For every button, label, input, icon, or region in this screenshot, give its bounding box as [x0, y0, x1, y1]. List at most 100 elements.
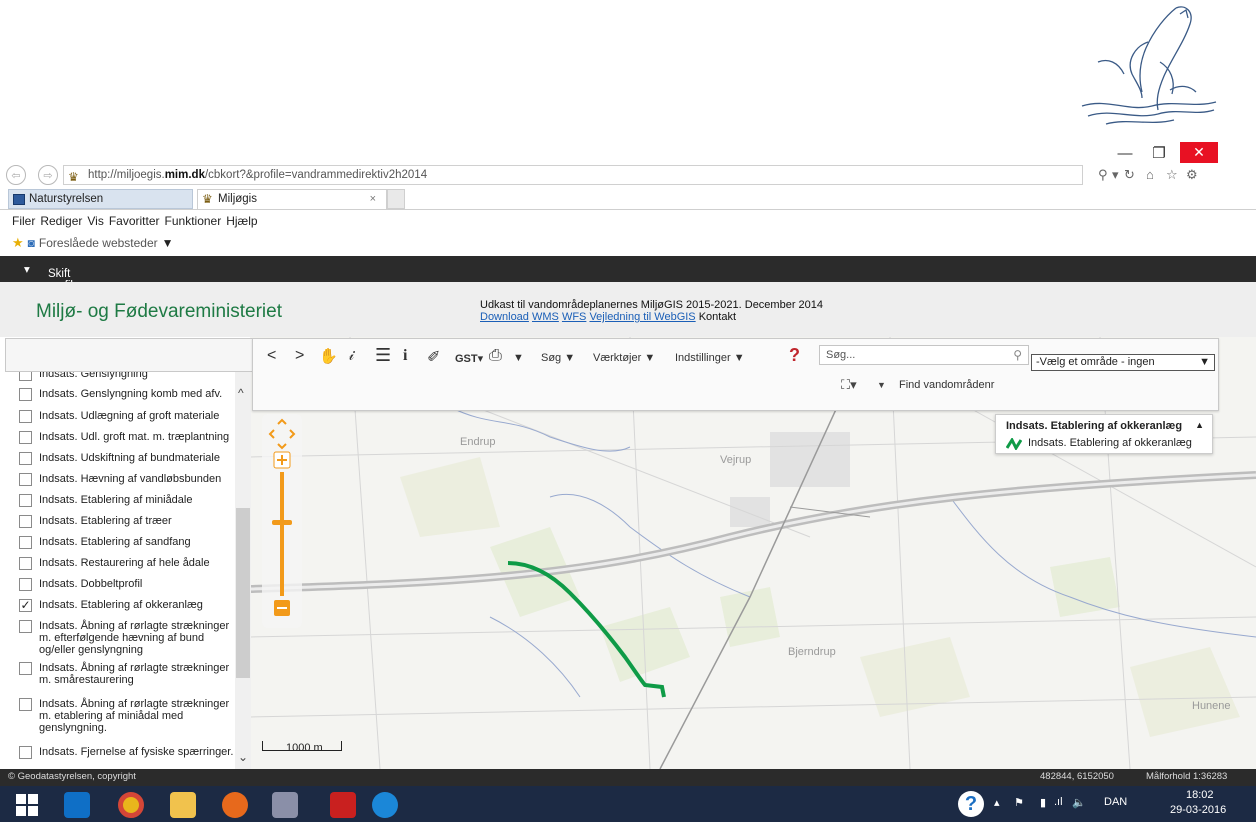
header-subtitle: Udkast til vandområdeplanernes MiljøGIS …: [480, 299, 824, 311]
next-extent-icon[interactable]: >: [295, 347, 304, 365]
tab-naturstyrelsen[interactable]: Naturstyrelsen: [8, 189, 193, 209]
clock-date[interactable]: 29-03-2016: [1170, 804, 1226, 816]
pan-hand-icon[interactable]: ✋: [319, 347, 338, 365]
chevron-down-icon[interactable]: ▼: [1199, 355, 1210, 370]
flag-icon[interactable]: ⚑: [1014, 796, 1024, 809]
favorites-star-icon[interactable]: ☆: [1166, 167, 1178, 183]
battery-icon[interactable]: ▮: [1040, 796, 1046, 809]
checkbox[interactable]: [19, 452, 32, 465]
checkbox[interactable]: [19, 388, 32, 401]
checkbox[interactable]: [19, 698, 32, 711]
gst-button[interactable]: GST▾: [455, 352, 483, 365]
address-row: ⇦ ⇨ ♛ http://miljoegis.mim.dk/cbkort?&pr…: [0, 163, 1256, 187]
back-button[interactable]: ⇦: [6, 165, 26, 185]
zoom-control-drawing: [268, 418, 296, 616]
contact-link[interactable]: Kontakt: [699, 311, 736, 323]
scroll-up-icon[interactable]: ^: [238, 386, 244, 400]
favorites-star-icon[interactable]: ★: [12, 235, 24, 251]
area-select[interactable]: -Vælg et område - ingen ▼: [1031, 354, 1215, 371]
refresh-icon[interactable]: ↻: [1124, 167, 1135, 183]
layers-menu-icon[interactable]: ☰: [375, 345, 391, 366]
wfs-link[interactable]: WFS: [562, 311, 586, 323]
legend-title: Indsats. Etablering af okkeranlæg: [1006, 420, 1183, 432]
help-question-icon[interactable]: ?: [789, 345, 800, 366]
file-explorer-icon[interactable]: [170, 792, 196, 818]
close-window-button[interactable]: ✕: [1180, 142, 1218, 163]
layer-panel-header: [5, 338, 253, 372]
outlook-icon[interactable]: [64, 792, 90, 818]
checkbox-checked[interactable]: ✓: [19, 599, 32, 612]
snipping-tool-icon[interactable]: [272, 792, 298, 818]
menu-item-hjaelp[interactable]: Hjælp: [226, 214, 257, 228]
checkbox[interactable]: [19, 662, 32, 675]
settings-menu-button[interactable]: Indstillinger ▼: [675, 352, 745, 364]
site-favicon-icon: ♛: [68, 170, 79, 184]
checkbox[interactable]: [19, 536, 32, 549]
dropdown-icon[interactable]: ▾: [1112, 167, 1119, 183]
search-icon[interactable]: ⚲: [1098, 167, 1108, 183]
menu-item-filer[interactable]: Filer: [12, 214, 35, 228]
menu-item-vis[interactable]: Vis: [87, 214, 103, 228]
map-region-icon[interactable]: ⛶▾: [841, 377, 857, 393]
wms-link[interactable]: WMS: [532, 311, 559, 323]
scrollbar-thumb[interactable]: [236, 508, 250, 678]
pan-left-icon: [268, 429, 275, 439]
switch-profile-button[interactable]: Skift profil ▾: [24, 262, 73, 292]
find-waterbody-button[interactable]: Find vandområdenr: [899, 379, 994, 391]
settings-gear-icon[interactable]: ⚙: [1186, 167, 1198, 183]
minimize-button[interactable]: —: [1110, 143, 1140, 163]
menu-item-funktioner[interactable]: Funktioner: [165, 214, 222, 228]
internet-explorer-icon[interactable]: [372, 792, 398, 818]
chrome-icon[interactable]: [118, 792, 144, 818]
tab-close-icon[interactable]: ×: [370, 190, 376, 209]
new-tab-button[interactable]: [387, 189, 405, 209]
search-icon[interactable]: ⚲: [1013, 346, 1022, 364]
home-icon[interactable]: ⌂: [1146, 167, 1154, 182]
collapse-legend-icon[interactable]: ▲: [1195, 420, 1204, 430]
layer-label: Indsats. Åbning af rørlagte strækninger …: [39, 698, 230, 734]
previous-extent-icon[interactable]: <: [267, 347, 276, 365]
checkbox[interactable]: [19, 494, 32, 507]
volume-icon[interactable]: 🔈: [1072, 796, 1086, 809]
guide-link[interactable]: Vejledning til WebGIS: [589, 311, 695, 323]
search-menu-button[interactable]: Søg ▼: [541, 352, 575, 364]
tray-chevron-up-icon[interactable]: ▴: [994, 796, 1000, 809]
tools-menu-button[interactable]: Værktøjer ▼: [593, 352, 655, 364]
clock-time[interactable]: 18:02: [1186, 789, 1214, 801]
suggested-sites-link[interactable]: Foreslåede websteder: [39, 236, 158, 250]
help-question-icon[interactable]: ?: [958, 791, 984, 817]
chevron-down-icon[interactable]: ▼: [162, 236, 174, 250]
checkbox[interactable]: [19, 515, 32, 528]
layer-label: Indsats. Etablering af okkeranlæg: [39, 599, 203, 611]
checkbox[interactable]: [19, 473, 32, 486]
download-link[interactable]: Download: [480, 311, 529, 323]
checkbox[interactable]: [19, 410, 32, 423]
forward-button[interactable]: ⇨: [38, 165, 58, 185]
profile-bar: Skift profil ▾: [0, 256, 1256, 292]
chevron-down-icon[interactable]: ▼: [513, 352, 524, 364]
chevron-down-icon[interactable]: ▼: [877, 380, 886, 390]
checkbox[interactable]: [19, 557, 32, 570]
identify-icon[interactable]: 𝒾: [349, 347, 354, 365]
checkbox[interactable]: [19, 746, 32, 759]
network-icon[interactable]: .ıl: [1054, 796, 1063, 808]
acrobat-icon[interactable]: [330, 792, 356, 818]
checkbox[interactable]: [19, 578, 32, 591]
search-input[interactable]: Søg... ⚲: [819, 345, 1029, 365]
address-input[interactable]: ♛ http://miljoegis.mim.dk/cbkort?&profil…: [63, 165, 1083, 185]
checkbox[interactable]: [19, 372, 32, 381]
language-indicator[interactable]: DAN: [1104, 796, 1127, 808]
restore-button[interactable]: ❐: [1144, 143, 1174, 163]
menu-item-favoritter[interactable]: Favoritter: [109, 214, 160, 228]
windows-start-icon[interactable]: [16, 794, 38, 816]
menu-item-rediger[interactable]: Rediger: [40, 214, 82, 228]
info-icon[interactable]: i: [403, 347, 407, 365]
eraser-icon[interactable]: ✐: [427, 347, 440, 367]
print-icon[interactable]: ⎙: [489, 347, 502, 365]
firefox-icon[interactable]: [222, 792, 248, 818]
tab-miljogis[interactable]: ♛ Miljøgis ×: [197, 189, 387, 209]
pan-up-icon: [277, 418, 287, 425]
checkbox[interactable]: [19, 620, 32, 633]
checkbox[interactable]: [19, 431, 32, 444]
scroll-down-icon[interactable]: ⌄: [238, 750, 248, 764]
